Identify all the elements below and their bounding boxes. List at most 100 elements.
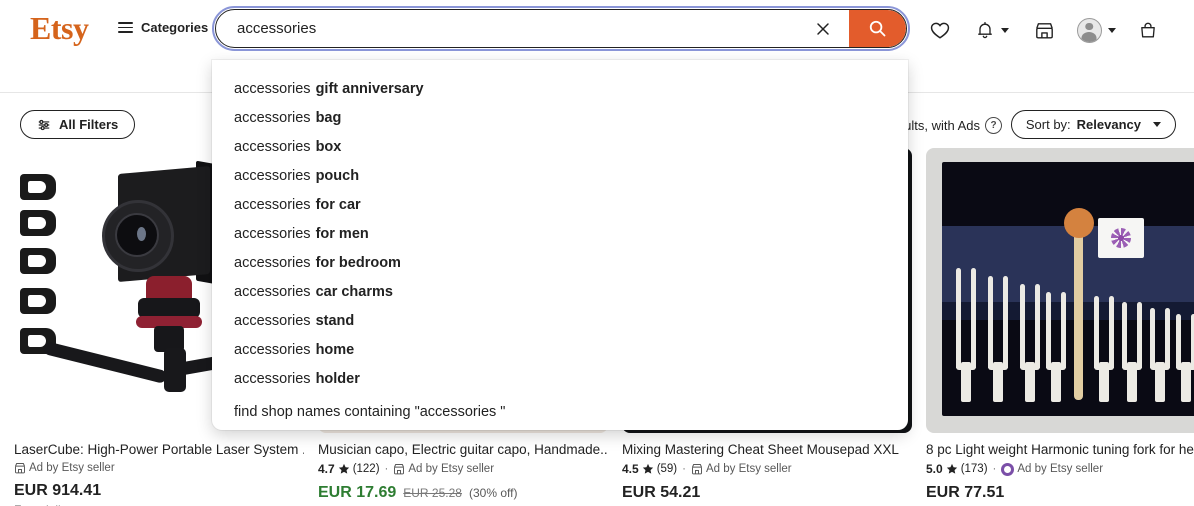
suggestion-prefix: accessories: [234, 312, 311, 329]
shop-manager-button[interactable]: [1020, 14, 1068, 46]
categories-button[interactable]: Categories: [118, 20, 208, 35]
notifications-button[interactable]: [964, 14, 1020, 46]
close-icon: [817, 22, 829, 35]
decor-clip: [20, 174, 56, 200]
suggestion-item[interactable]: accessories holder: [212, 364, 908, 393]
decor-case-band: [942, 302, 1194, 320]
ad-label: Ad by Etsy seller: [29, 462, 115, 474]
suggestion-completion: holder: [315, 370, 360, 387]
product-price: EUR 17.69 EUR 25.28 (30% off): [318, 484, 608, 502]
clear-search-button[interactable]: [797, 10, 849, 47]
star-icon: [338, 463, 349, 474]
decor-case-label: [1098, 218, 1144, 258]
suggestion-item[interactable]: accessories box: [212, 132, 908, 161]
suggestion-prefix: accessories: [234, 225, 311, 242]
suggestion-item[interactable]: accessories for bedroom: [212, 248, 908, 277]
suggestion-prefix: accessories: [234, 109, 311, 126]
suggestion-prefix: accessories: [234, 254, 311, 271]
product-price: EUR 77.51: [926, 484, 1194, 502]
ad-label: Ad by Etsy seller: [1017, 463, 1104, 475]
sort-by-value: Relevancy: [1076, 117, 1141, 132]
all-filters-button[interactable]: All Filters: [20, 110, 136, 139]
chevron-down-icon: [1001, 27, 1009, 33]
product-meta: 5.0 (173) · Ad by Etsy seller: [926, 462, 1194, 476]
ad-label: Ad by Etsy seller: [705, 463, 792, 475]
etsy-logo[interactable]: Etsy: [30, 10, 89, 46]
suggestion-item[interactable]: accessories for men: [212, 219, 908, 248]
header-icon-group: [916, 14, 1172, 46]
suggestion-item[interactable]: accessories stand: [212, 306, 908, 335]
product-meta: 4.5 (59) · Ad by Etsy seller: [622, 462, 912, 476]
rating-value: 4.5: [622, 462, 639, 476]
star-icon: [946, 463, 957, 474]
suggestion-item[interactable]: accessories home: [212, 335, 908, 364]
suggestion-item[interactable]: accessories car charms: [212, 277, 908, 306]
suggestion-item[interactable]: accessories bag: [212, 103, 908, 132]
review-count: (59): [656, 463, 678, 475]
product-meta: 4.7 (122) · Ad by Etsy seller: [318, 462, 608, 476]
decor-tripod-leg: [164, 348, 186, 392]
decor-clip: [20, 248, 56, 274]
product-title[interactable]: LaserCube: High-Power Portable Laser Sys…: [14, 442, 304, 458]
sort-by-button[interactable]: Sort by: Relevancy: [1010, 110, 1176, 139]
avatar: [1076, 17, 1102, 43]
product-image[interactable]: [926, 148, 1194, 433]
search-submit-button[interactable]: [849, 10, 906, 47]
price-value: EUR 914.41: [14, 482, 102, 499]
find-shop-names-item[interactable]: find shop names containing "accessories …: [212, 397, 908, 426]
product-card[interactable]: 8 pc Light weight Harmonic tuning fork f…: [926, 148, 1194, 506]
storefront-icon: [1035, 22, 1053, 38]
decor-case-band: [942, 226, 1194, 302]
product-title[interactable]: Mixing Mastering Cheat Sheet Mousepad XX…: [622, 442, 912, 458]
ad-shop-icon: [394, 464, 405, 475]
decor-tripod-head2: [138, 298, 200, 318]
product-title[interactable]: 8 pc Light weight Harmonic tuning fork f…: [926, 442, 1194, 458]
decor-flower-logo: [1111, 228, 1131, 248]
sliders-icon: [38, 119, 50, 130]
decor-lens: [102, 200, 174, 272]
chevron-down-icon: [1153, 122, 1161, 127]
suggestion-prefix: accessories: [234, 167, 311, 184]
decor-clip: [20, 288, 56, 314]
review-count: (173): [960, 463, 988, 475]
suggestion-prefix: accessories: [234, 138, 311, 155]
decor-lens-glint: [137, 227, 146, 241]
search-icon: [869, 20, 886, 37]
favorites-button[interactable]: [916, 14, 964, 46]
all-filters-label: All Filters: [59, 117, 119, 132]
etsy-search-page: LaserCube: High-Power Portable Laser Sys…: [0, 0, 1194, 506]
ad-label: Ad by Etsy seller: [408, 463, 495, 475]
product-meta: Ad by Etsy seller: [14, 462, 304, 474]
ad-shop-icon: [691, 464, 702, 475]
suggestion-item[interactable]: accessories for car: [212, 190, 908, 219]
product-price: EUR 54.21: [622, 484, 912, 502]
search-input[interactable]: [216, 10, 797, 47]
search-bar: [212, 6, 910, 51]
suggestion-prefix: accessories: [234, 341, 311, 358]
decor-fork-case: [942, 162, 1194, 416]
categories-label: Categories: [141, 20, 209, 35]
star-seller-icon: [1001, 462, 1015, 476]
suggestion-item[interactable]: accessories gift anniversary: [212, 74, 908, 103]
product-title[interactable]: Musician capo, Electric guitar capo, Han…: [318, 442, 608, 458]
heart-icon: [930, 22, 950, 39]
price-value: EUR 77.51: [926, 484, 1005, 501]
suggestion-completion: pouch: [315, 167, 360, 184]
suggestion-completion: home: [315, 341, 355, 358]
basket-icon: [1141, 22, 1155, 38]
suggestion-completion: for bedroom: [315, 254, 401, 271]
suggestion-item[interactable]: accessories pouch: [212, 161, 908, 190]
hamburger-icon: [118, 22, 133, 33]
site-header: Etsy Categories: [0, 0, 1194, 58]
original-price: EUR 25.28: [403, 486, 462, 500]
decor-tripod-leg: [42, 340, 168, 385]
review-count: (122): [352, 463, 380, 475]
suggestion-prefix: accessories: [234, 370, 311, 387]
question-mark-icon[interactable]: ?: [985, 117, 1002, 134]
cart-button[interactable]: [1124, 14, 1172, 46]
suggestion-completion: box: [315, 138, 342, 155]
rating-value: 4.7: [318, 462, 335, 476]
account-button[interactable]: [1068, 14, 1124, 46]
chevron-down-icon: [1107, 27, 1116, 33]
search-suggestions-dropdown: accessories gift anniversary accessories…: [212, 60, 908, 430]
